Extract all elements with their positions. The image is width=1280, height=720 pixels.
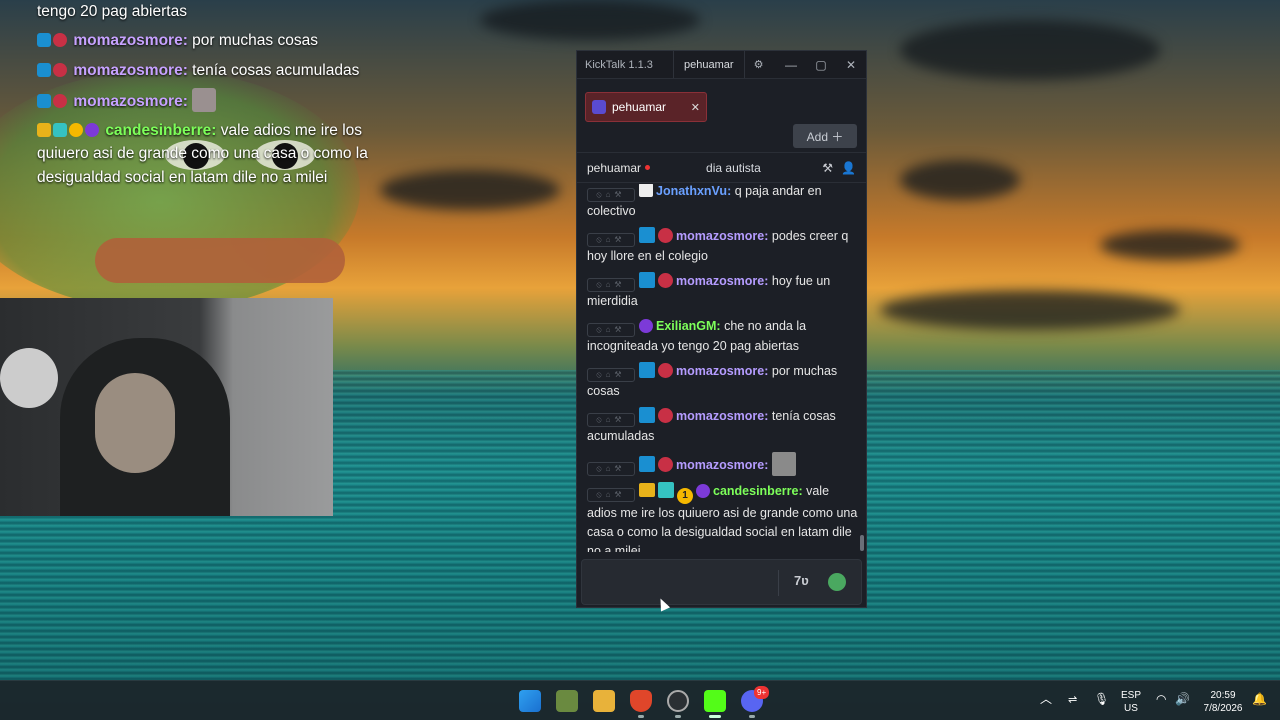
- chat-message: ⦸⌂⚒ momazosmore: por muchas cosas: [587, 362, 838, 398]
- chevron-up-icon[interactable]: ︿: [1040, 693, 1052, 706]
- stream-title: dia autista: [706, 160, 761, 175]
- crown-badge-icon: [37, 123, 51, 137]
- avatar-badge-icon: [53, 62, 67, 77]
- clock[interactable]: 20:59 7/8/2026: [1196, 689, 1250, 715]
- mod-actions[interactable]: ⦸⌂⚒: [587, 233, 635, 247]
- avatar-badge-icon: [658, 408, 673, 423]
- file-explorer-icon[interactable]: [593, 690, 615, 712]
- mod-actions[interactable]: ⦸⌂⚒: [587, 323, 635, 337]
- webcam-feed: [0, 298, 333, 516]
- sword-badge-icon: [639, 456, 655, 472]
- app-icon[interactable]: [556, 690, 578, 712]
- kicktalk-icon[interactable]: [704, 690, 726, 712]
- input-divider: [778, 570, 779, 596]
- avatar-badge-icon: [658, 363, 673, 378]
- volume-icon[interactable]: 🔊: [1175, 693, 1190, 706]
- avatar-badge-icon: [53, 93, 67, 108]
- chat-message: ⦸⌂⚒ momazosmore: tenía cosas acumuladas: [587, 407, 836, 443]
- kicktalk-window: KickTalk 1.1.3 pehuamar ⚙ — ▢ ✕ pehuamar…: [576, 50, 867, 608]
- sub-badge-icon: [69, 123, 83, 137]
- avatar-badge-icon: [658, 228, 673, 243]
- channel-tabs: pehuamar ✕ Add ＋: [577, 79, 866, 153]
- user-icon[interactable]: 👤: [841, 161, 856, 175]
- close-tab-icon[interactable]: ✕: [691, 101, 700, 114]
- avatar-badge-icon: [639, 319, 653, 333]
- sword-badge-icon: [639, 362, 655, 378]
- stream-chat-overlay: tengo 20 pag abiertas momazosmore: por m…: [37, 0, 407, 195]
- mod-actions[interactable]: ⦸⌂⚒: [587, 462, 635, 476]
- add-channel-button[interactable]: Add ＋: [793, 124, 857, 148]
- mod-hammer-icon[interactable]: ⚒: [822, 161, 833, 175]
- app-title: KickTalk 1.1.3: [585, 58, 653, 71]
- chat-message: ⦸⌂⚒ 1 candesinberre: vale adios me ire los…: [587, 482, 858, 552]
- chat-input-box[interactable]: 7ʋ: [581, 559, 862, 605]
- crown-badge-icon: [639, 483, 655, 497]
- avatar-badge-icon: [658, 457, 673, 472]
- microphone-icon[interactable]: 🎙: [1094, 693, 1109, 706]
- gear-icon[interactable]: ⚙: [745, 58, 773, 71]
- brave-browser-icon[interactable]: [630, 690, 652, 712]
- notifications-icon[interactable]: 🔔: [1252, 693, 1267, 706]
- overlay-chat-line: candesinberre: vale adios me ire los qui…: [37, 122, 368, 186]
- overlay-chat-line: momazosmore: por muchas cosas: [37, 29, 407, 52]
- mod-actions[interactable]: ⦸⌂⚒: [587, 368, 635, 382]
- chat-message: ⦸⌂⚒ momazosmore:: [587, 452, 859, 476]
- sword-badge-icon: [639, 227, 655, 243]
- translate-icon[interactable]: 7ʋ: [794, 573, 809, 588]
- channel-avatar: [592, 100, 606, 114]
- usb-icon[interactable]: ⇌: [1068, 694, 1077, 707]
- chat-header: pehuamar dia autista ⚒ 👤: [577, 153, 866, 183]
- header-channel-name: pehuamar: [587, 161, 651, 175]
- language-indicator[interactable]: ESP US: [1118, 689, 1144, 715]
- chat-scrollbar[interactable]: [860, 535, 864, 551]
- chat-message-list[interactable]: ⦸⌂⚒ JonathxnVu: q paja andar en colectivo…: [577, 184, 859, 552]
- overlay-chat-line: momazosmore:: [37, 87, 407, 113]
- title-channel-label[interactable]: pehuamar: [673, 51, 745, 78]
- sword-badge-icon: [639, 272, 655, 288]
- wifi-icon[interactable]: ◠: [1156, 693, 1166, 706]
- live-indicator-icon: [645, 164, 651, 170]
- cat-emote-icon: [771, 452, 796, 476]
- obs-icon[interactable]: [667, 690, 689, 712]
- sword-badge-icon: [639, 407, 655, 423]
- mod-actions[interactable]: ⦸⌂⚒: [587, 413, 635, 427]
- avatar-badge-icon: [696, 484, 710, 498]
- avatar-badge-icon: [53, 33, 67, 48]
- taskbar: 9+ ︿ ⇌ 🎙 ESP US ◠ 🔊 20:59 7/8/2026 🔔: [0, 680, 1280, 720]
- chat-message: ⦸⌂⚒ momazosmore: podes creer q hoy llore …: [587, 227, 849, 263]
- overlay-chat-line: tengo 20 pag abiertas: [37, 3, 187, 20]
- windows-start-icon[interactable]: [519, 690, 541, 712]
- mod-actions[interactable]: ⦸⌂⚒: [587, 488, 635, 502]
- chat-message: ⦸⌂⚒ ExilianGM: che no anda la incognitead…: [587, 319, 807, 353]
- emote-picker-icon[interactable]: [828, 573, 846, 591]
- overlay-chat-line: momazosmore: tenía cosas acumuladas: [37, 59, 407, 82]
- chat-message: ⦸⌂⚒ JonathxnVu: q paja andar en colectivo: [587, 184, 822, 218]
- sword-badge-icon: [37, 62, 51, 77]
- close-button[interactable]: ✕: [836, 58, 866, 72]
- pepe-badge-icon: [639, 184, 653, 197]
- sword-badge-icon: [37, 33, 51, 48]
- discord-notification-badge: 9+: [754, 686, 770, 699]
- title-bar: KickTalk 1.1.3 pehuamar ⚙ — ▢ ✕: [577, 51, 866, 79]
- avatar-badge-icon: [85, 123, 99, 137]
- cat-emote-icon: [192, 87, 217, 112]
- channel-tab-pehuamar[interactable]: pehuamar ✕: [585, 92, 707, 122]
- og-badge-icon: [658, 482, 674, 498]
- mod-actions[interactable]: ⦸⌂⚒: [587, 278, 635, 292]
- og-badge-icon: [53, 123, 67, 137]
- minimize-button[interactable]: —: [776, 58, 806, 72]
- mod-actions[interactable]: ⦸⌂⚒: [587, 188, 635, 202]
- chat-message: ⦸⌂⚒ momazosmore: hoy fue un mierdidia: [587, 272, 831, 308]
- sword-badge-icon: [37, 93, 51, 108]
- troll-face-icon: [0, 348, 58, 408]
- sub-badge-icon: 1: [677, 488, 693, 504]
- maximize-button[interactable]: ▢: [806, 58, 836, 72]
- avatar-badge-icon: [658, 273, 673, 288]
